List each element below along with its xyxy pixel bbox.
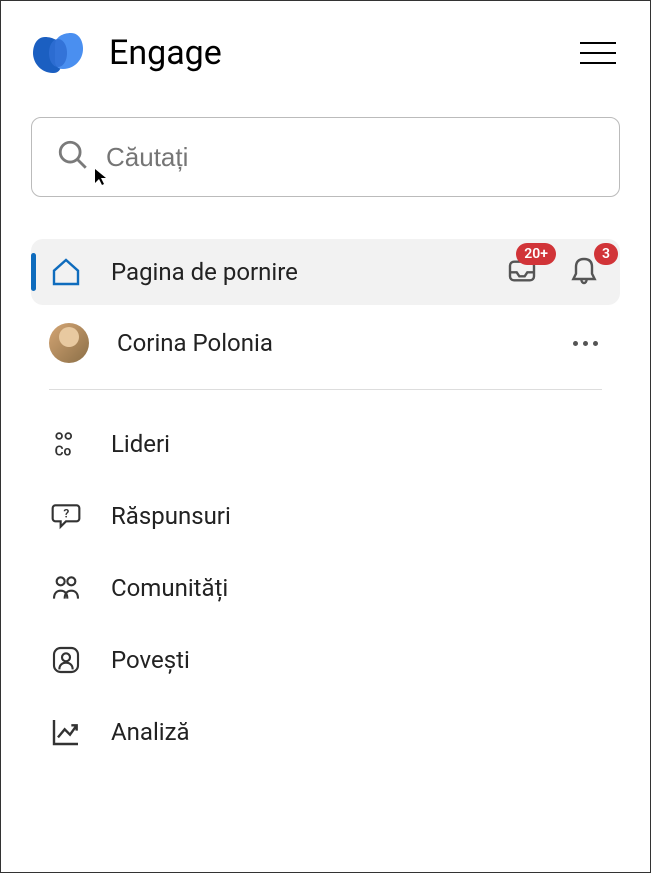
nav-item-communities[interactable]: Comunități xyxy=(31,552,620,624)
communities-icon xyxy=(49,571,83,605)
svg-text:?: ? xyxy=(63,506,69,520)
app-logo-icon xyxy=(31,29,85,77)
nav-communities-label: Comunități xyxy=(111,574,602,602)
analytics-icon xyxy=(49,715,83,749)
search-icon xyxy=(56,138,90,176)
nav-analytics-label: Analiză xyxy=(111,718,602,746)
menu-icon[interactable] xyxy=(576,38,620,68)
home-right-icons: 20+ 3 xyxy=(506,255,602,289)
more-icon[interactable] xyxy=(569,337,602,350)
nav-home-label: Pagina de pornire xyxy=(111,258,478,286)
app-title: Engage xyxy=(109,33,222,73)
notifications-button[interactable]: 3 xyxy=(568,255,602,289)
nav-item-answers[interactable]: ? Răspunsuri xyxy=(31,480,620,552)
user-name: Corina Polonia xyxy=(117,329,541,357)
brand: Engage xyxy=(31,29,222,77)
answers-icon: ? xyxy=(49,499,83,533)
svg-text:Co: Co xyxy=(55,443,72,459)
user-row[interactable]: Corina Polonia xyxy=(31,305,620,381)
search-box[interactable] xyxy=(31,117,620,197)
inbox-badge: 20+ xyxy=(516,243,556,265)
nav-item-leaders[interactable]: Co Lideri xyxy=(31,408,620,480)
header: Engage xyxy=(31,29,620,77)
nav-answers-label: Răspunsuri xyxy=(111,502,602,530)
nav-list: Co Lideri ? Răspunsuri xyxy=(31,408,620,768)
home-icon xyxy=(49,255,83,289)
nav-item-analytics[interactable]: Analiză xyxy=(31,696,620,768)
cursor-icon xyxy=(94,168,108,190)
search-input[interactable] xyxy=(106,142,595,173)
nav-item-home[interactable]: Pagina de pornire 20+ 3 xyxy=(31,239,620,305)
leaders-icon: Co xyxy=(49,427,83,461)
divider xyxy=(49,389,602,390)
stories-icon xyxy=(49,643,83,677)
notifications-badge: 3 xyxy=(594,243,618,265)
nav-leaders-label: Lideri xyxy=(111,430,602,458)
inbox-button[interactable]: 20+ xyxy=(506,255,540,289)
nav-item-stories[interactable]: Povești xyxy=(31,624,620,696)
nav-stories-label: Povești xyxy=(111,646,602,674)
avatar xyxy=(49,323,89,363)
